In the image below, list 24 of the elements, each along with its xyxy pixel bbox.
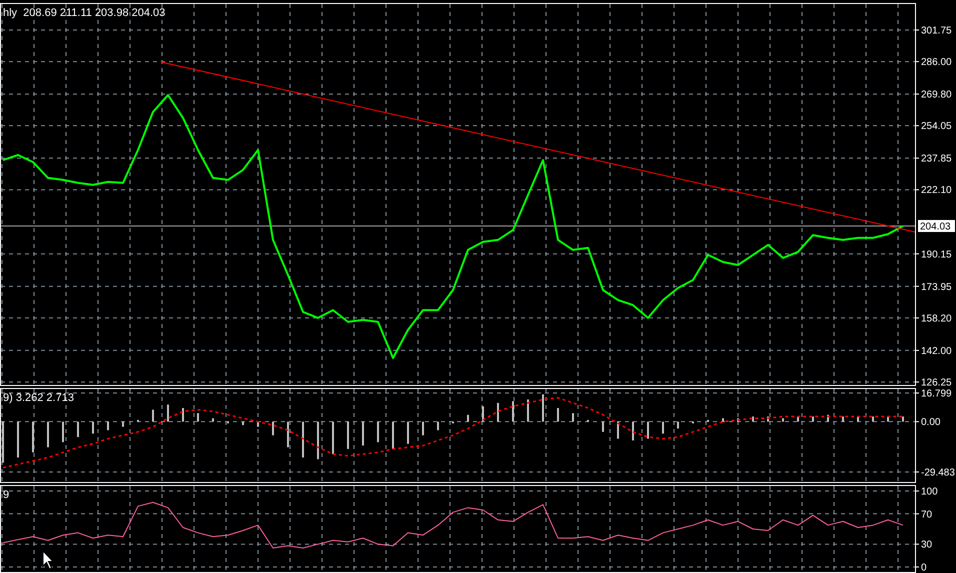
trend-line[interactable] (160, 62, 915, 232)
axis-label: 222.10 (921, 185, 952, 196)
axis-label: 100 (921, 486, 938, 498)
axis-label: 70 (921, 509, 932, 520)
axis-label: 173.95 (921, 282, 952, 293)
axis-label: 301.75 (921, 26, 952, 36)
axis-label: 237.85 (921, 154, 952, 165)
axis-label: 30 (921, 540, 932, 551)
axis-label: 158.20 (921, 313, 952, 324)
axis-label: 269.80 (921, 90, 952, 101)
indicator-values: hly 208.69 211.11 203.98 204.03 (3, 8, 166, 19)
axis-label: 126.25 (921, 378, 952, 386)
axis-label: 0 (921, 562, 927, 573)
axis-label: 142.00 (921, 346, 952, 357)
mouse-pointer-icon (42, 550, 54, 570)
axis-label: 16.799 (921, 388, 952, 400)
axis-label: -29.483 (921, 467, 955, 478)
indicator-values: 9) 3.262 2.713 (3, 393, 74, 404)
axis-label: 286.00 (921, 57, 952, 68)
current-price-label: 204.03 (918, 220, 955, 232)
indicator-values: 9 (3, 490, 10, 501)
axis-label: 190.15 (921, 249, 952, 260)
axis-label: 254.05 (921, 121, 952, 132)
axis-label: 0.00 (921, 417, 940, 428)
